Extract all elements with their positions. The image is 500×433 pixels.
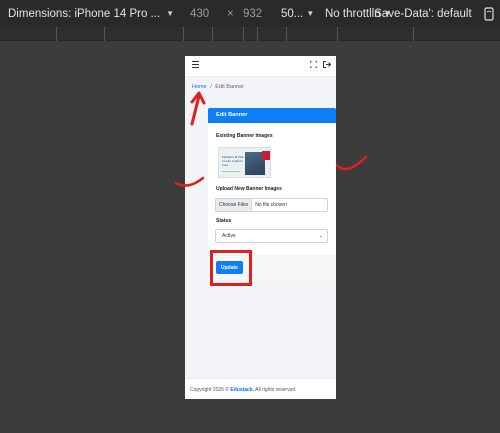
device-label: Dimensions: iPhone 14 Pro ... bbox=[8, 7, 161, 20]
card-title: Edit Banner bbox=[208, 108, 336, 123]
save-data-select[interactable]: 'Save-Data': default bbox=[372, 0, 472, 27]
upload-label: Upload New Banner Images bbox=[216, 186, 282, 192]
breadcrumb-separator: / bbox=[210, 84, 212, 90]
annotation-mark-right bbox=[335, 155, 368, 171]
banner-thumbnail-text: Palliative & End-of-Life Comfort Care bbox=[222, 155, 245, 167]
banner-thumbnail-accent bbox=[262, 151, 270, 160]
times-label: × bbox=[227, 7, 234, 20]
expand-icon[interactable] bbox=[310, 61, 317, 68]
page-footer: Copyright 2026 © Edustack. All rights re… bbox=[185, 378, 336, 399]
existing-images-label: Existing Banner Images bbox=[216, 133, 273, 139]
status-label: Status bbox=[216, 218, 232, 224]
footer-copyright: Copyright 2026 © bbox=[190, 387, 229, 393]
device-select[interactable]: Dimensions: iPhone 14 Pro ... ▼ bbox=[8, 0, 174, 27]
choose-files-button[interactable]: Choose Files bbox=[216, 199, 253, 211]
zoom-select[interactable]: 50... ▼ bbox=[281, 0, 314, 27]
banner-thumbnail: Palliative & End-of-Life Comfort Care bbox=[218, 147, 271, 178]
logout-icon[interactable] bbox=[323, 61, 331, 68]
banner-thumbnail-line bbox=[222, 171, 240, 172]
app-topbar bbox=[185, 56, 336, 77]
chevron-down-icon: ▼ bbox=[306, 9, 315, 18]
viewport-ruler bbox=[0, 27, 500, 41]
chevron-down-icon: ▼ bbox=[166, 9, 175, 18]
menu-icon[interactable] bbox=[192, 61, 199, 68]
width-input[interactable]: 430 bbox=[190, 0, 209, 27]
status-value: Active bbox=[222, 233, 236, 239]
device-viewport: Home / Edit Banner Edit Banner Existing … bbox=[185, 56, 336, 399]
no-file-text: No file chosen bbox=[255, 202, 287, 208]
status-select[interactable]: Active ⌄ bbox=[215, 229, 328, 243]
width-value: 430 bbox=[190, 7, 210, 20]
breadcrumb-current: Edit Banner bbox=[215, 84, 245, 90]
dimension-separator: × bbox=[227, 0, 234, 27]
zoom-label: 50... bbox=[281, 7, 304, 20]
footer-brand-link[interactable]: Edustack bbox=[230, 387, 252, 393]
rotate-icon[interactable] bbox=[483, 0, 495, 27]
height-value: 932 bbox=[243, 7, 263, 20]
breadcrumb-home-link[interactable]: Home bbox=[192, 84, 207, 90]
file-input[interactable]: Choose Files No file chosen bbox=[215, 198, 328, 212]
save-data-label: 'Save-Data': default bbox=[372, 7, 472, 20]
breadcrumb: Home / Edit Banner bbox=[192, 84, 244, 90]
chevron-down-icon: ⌄ bbox=[318, 233, 323, 239]
update-highlight-box bbox=[210, 250, 252, 286]
footer-rights: . All rights reserved. bbox=[252, 387, 297, 393]
height-input[interactable]: 932 bbox=[243, 0, 262, 27]
devtools-toolbar: Dimensions: iPhone 14 Pro ... ▼ 430 × 93… bbox=[0, 0, 500, 27]
